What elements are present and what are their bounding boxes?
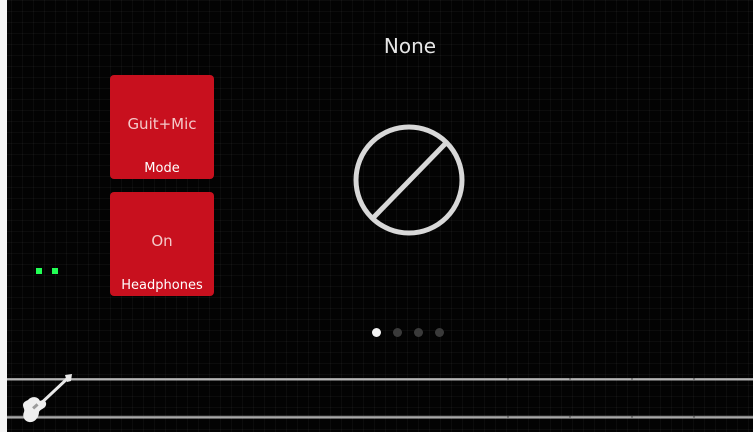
mode-tile[interactable]: Guit+Mic Mode (110, 75, 214, 179)
headphones-tile[interactable]: On Headphones (110, 192, 214, 296)
status-indicator-left (36, 268, 42, 274)
app-screen: None Guit+Mic Mode On Headphones (0, 0, 753, 432)
headphones-value: On (151, 232, 173, 250)
headphones-label: Headphones (121, 278, 203, 293)
page-dot-4[interactable] (435, 328, 444, 337)
page-dot-2[interactable] (393, 328, 402, 337)
guitar-icon[interactable] (18, 372, 74, 428)
mode-value: Guit+Mic (127, 115, 197, 133)
guitar-strings (7, 378, 753, 419)
mode-label: Mode (144, 161, 180, 176)
page-dot-3[interactable] (414, 328, 423, 337)
preset-name: None (383, 34, 437, 58)
page-dot-1[interactable] (372, 328, 381, 337)
none-circle-slash-icon (353, 124, 465, 236)
status-indicator-right (52, 268, 58, 274)
left-edge-strip (0, 0, 7, 432)
page-indicator (370, 328, 450, 340)
